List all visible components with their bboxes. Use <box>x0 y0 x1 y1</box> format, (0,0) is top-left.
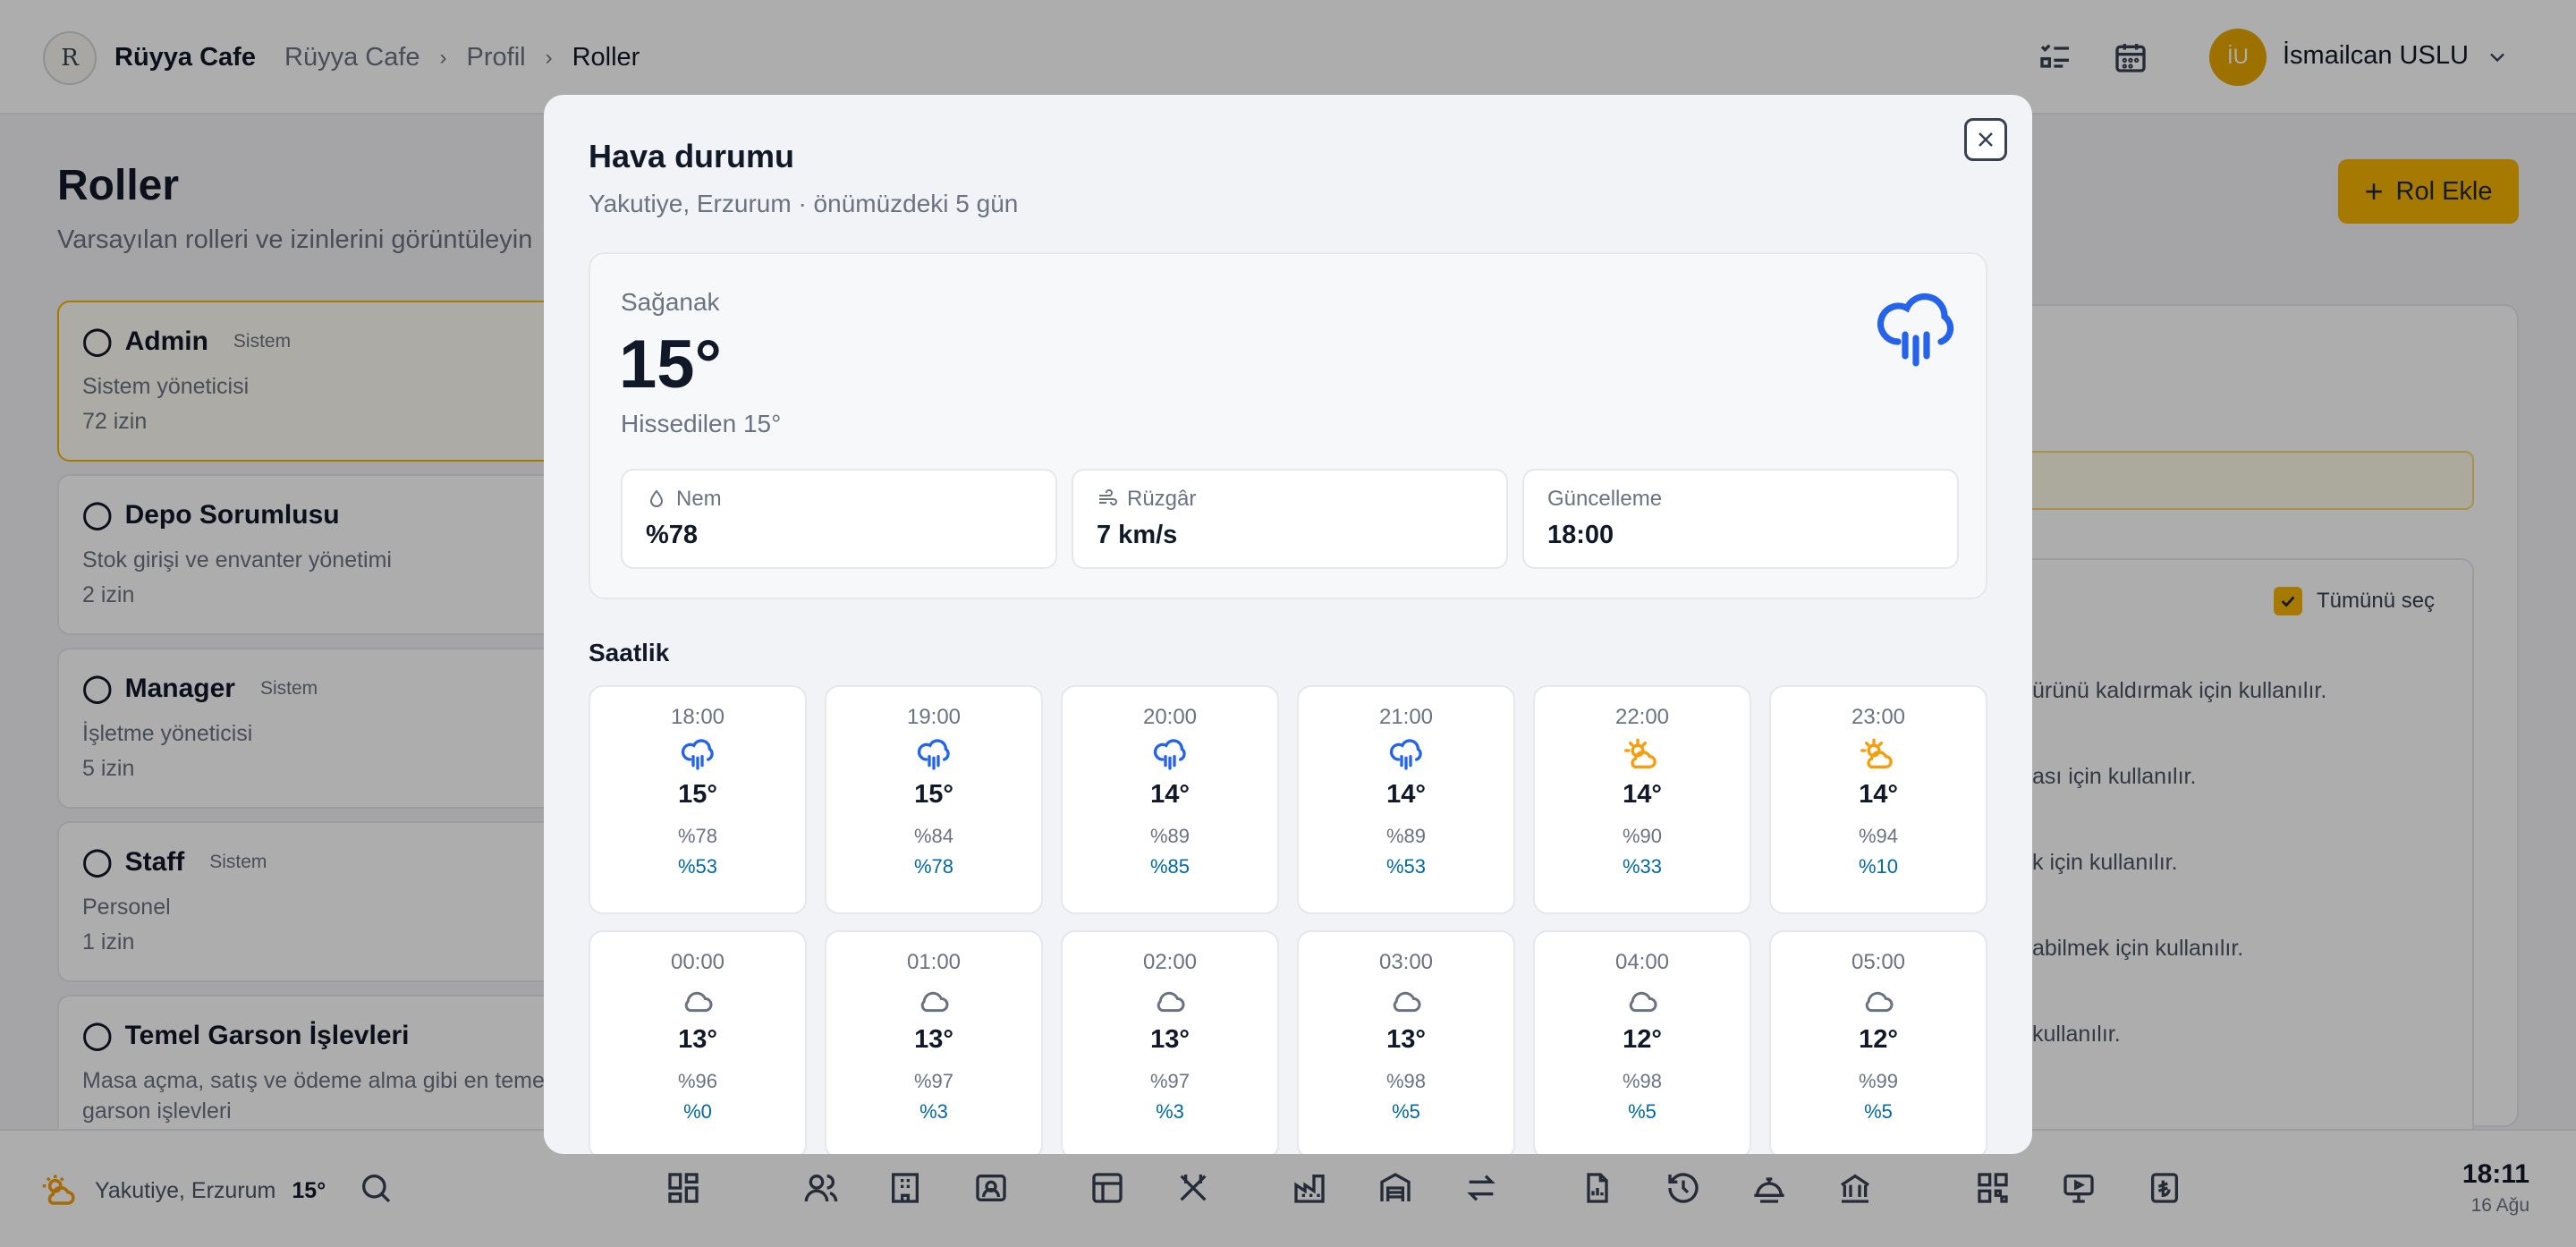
hourly-card: 22:00 14° %90 %33 <box>1533 685 1751 914</box>
rain-cloud-icon <box>916 734 952 776</box>
stat-wind: Rüzgâr 7 km/s <box>1072 469 1508 569</box>
hourly-card: 21:00 14° %89 %53 <box>1297 685 1515 914</box>
current-weather-card: Sağanak 15° Hissedilen 15° Nem %78 Rüzgâ… <box>589 252 1987 599</box>
hourly-time: 04:00 <box>1614 950 1670 974</box>
current-condition: Sağanak <box>621 288 720 316</box>
hourly-card: 05:00 12° %99 %5 <box>1769 930 1987 1154</box>
rain-cloud-icon <box>1877 293 1954 367</box>
hourly-precip: %53 <box>1385 855 1427 878</box>
cloud-icon <box>680 979 716 1022</box>
wind-icon <box>1099 489 1117 505</box>
close-button[interactable] <box>1964 118 2007 161</box>
hourly-humidity: %97 <box>913 1070 954 1092</box>
hourly-heading: Saatlik <box>589 639 670 666</box>
hourly-humidity: %98 <box>1622 1070 1663 1092</box>
hourly-precip: %78 <box>913 855 954 878</box>
hourly-grid: 18:00 15° %78 %53 19:00 15° %84 %78 20:00 14° %89%… <box>589 685 1987 1154</box>
hourly-time: 22:00 <box>1614 705 1670 729</box>
hourly-precip: %3 <box>919 1100 948 1123</box>
hourly-precip: %10 <box>1858 855 1899 878</box>
hourly-precip: %5 <box>1392 1100 1420 1123</box>
stat-label: Nem <box>676 487 722 511</box>
hourly-temp: 13° <box>678 1025 717 1054</box>
hourly-precip: %33 <box>1622 855 1663 878</box>
hourly-humidity: %96 <box>677 1070 718 1092</box>
hourly-card: 02:00 13° %97 %3 <box>1061 930 1279 1154</box>
hourly-humidity: %78 <box>677 825 718 847</box>
stat-label: Güncelleme <box>1547 487 1663 511</box>
hourly-time: 19:00 <box>906 705 962 729</box>
hourly-time: 18:00 <box>670 705 725 729</box>
cloud-icon <box>916 979 952 1022</box>
hourly-temp: 14° <box>1150 780 1190 809</box>
hourly-temp: 12° <box>1859 1025 1898 1054</box>
hourly-temp: 13° <box>1386 1025 1426 1054</box>
hourly-temp: 13° <box>914 1025 953 1054</box>
hourly-card: 03:00 13° %98 %5 <box>1297 930 1515 1154</box>
cloud-icon <box>1152 979 1188 1022</box>
partly-sunny-icon <box>1860 734 1896 776</box>
hourly-humidity: %98 <box>1385 1070 1427 1092</box>
hourly-humidity: %94 <box>1858 825 1899 847</box>
rain-cloud-icon <box>1388 734 1424 776</box>
hourly-precip: %5 <box>1628 1100 1657 1123</box>
hourly-humidity: %90 <box>1622 825 1663 847</box>
hourly-temp: 14° <box>1623 780 1662 809</box>
hourly-card: 20:00 14° %89 %85 <box>1061 685 1279 914</box>
hourly-humidity: %89 <box>1149 825 1191 847</box>
hourly-precip: %0 <box>683 1100 712 1123</box>
modal-subtitle: Yakutiye, Erzurum · önümüzdeki 5 gün <box>589 190 1019 217</box>
hourly-humidity: %99 <box>1858 1070 1899 1092</box>
current-temp: 15° <box>619 327 722 403</box>
hourly-time: 02:00 <box>1142 950 1198 974</box>
hourly-temp: 15° <box>914 780 953 809</box>
hourly-humidity: %89 <box>1385 825 1427 847</box>
hourly-time: 23:00 <box>1851 705 1906 729</box>
hourly-time: 00:00 <box>670 950 725 974</box>
hourly-card: 19:00 15° %84 %78 <box>825 685 1043 914</box>
hourly-temp: 14° <box>1859 780 1898 809</box>
cloud-icon <box>1388 979 1424 1022</box>
hourly-temp: 15° <box>678 780 717 809</box>
hourly-precip: %3 <box>1156 1100 1184 1123</box>
hourly-temp: 13° <box>1150 1025 1190 1054</box>
hourly-precip: %53 <box>677 855 718 878</box>
hourly-humidity: %84 <box>913 825 954 847</box>
rain-cloud-icon <box>1152 734 1188 776</box>
stat-humidity: Nem %78 <box>621 469 1057 569</box>
close-icon <box>1979 132 1993 147</box>
hourly-humidity: %97 <box>1149 1070 1191 1092</box>
hourly-time: 03:00 <box>1378 950 1434 974</box>
cloud-icon <box>1860 979 1896 1022</box>
partly-sunny-icon <box>1624 734 1660 776</box>
modal-title: Hava durumu <box>589 138 795 174</box>
hourly-temp: 14° <box>1386 780 1426 809</box>
hourly-time: 05:00 <box>1851 950 1906 974</box>
stat-label: Rüzgâr <box>1127 487 1197 511</box>
hourly-card: 18:00 15° %78 %53 <box>589 685 807 914</box>
humidity-icon <box>649 489 664 507</box>
hourly-time: 21:00 <box>1378 705 1434 729</box>
hourly-temp: 12° <box>1623 1025 1662 1054</box>
hourly-card: 04:00 12° %98 %5 <box>1533 930 1751 1154</box>
stat-updated: Güncelleme 18:00 <box>1522 469 1959 569</box>
weather-modal: Hava durumu Yakutiye, Erzurum · önümüzde… <box>544 95 2032 1154</box>
stat-value: 7 km/s <box>1097 521 1178 549</box>
hourly-time: 01:00 <box>906 950 962 974</box>
hourly-precip: %85 <box>1149 855 1191 878</box>
cloud-icon <box>1624 979 1660 1022</box>
stat-value: %78 <box>646 521 699 549</box>
hourly-card: 00:00 13° %96 %0 <box>589 930 807 1154</box>
stat-value: 18:00 <box>1547 521 1614 549</box>
hourly-card: 23:00 14° %94 %10 <box>1769 685 1987 914</box>
rain-cloud-icon <box>680 734 716 776</box>
feels-like: Hissedilen 15° <box>621 410 782 437</box>
hourly-precip: %5 <box>1864 1100 1893 1123</box>
hourly-time: 20:00 <box>1142 705 1198 729</box>
hourly-card: 01:00 13° %97 %3 <box>825 930 1043 1154</box>
